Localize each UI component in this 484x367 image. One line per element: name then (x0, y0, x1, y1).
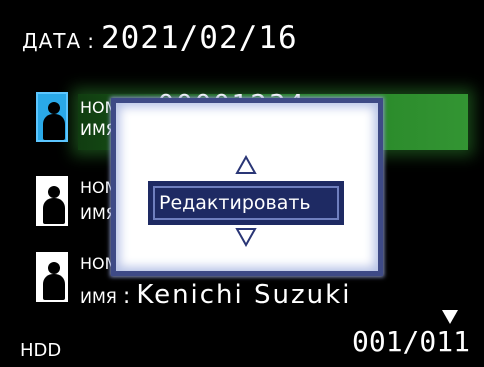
up-arrow-icon[interactable] (235, 155, 257, 175)
entry-name-row: ИМЯ : Kenichi Suzuki (80, 280, 351, 310)
date-label: ДАТА (22, 29, 82, 53)
name-separator: : (122, 284, 131, 309)
name-value: Kenichi Suzuki (136, 280, 352, 310)
edit-option-label: Редактировать (153, 186, 339, 220)
down-arrow-icon[interactable] (235, 227, 257, 247)
date-row: ДАТА : 2021/02/16 (22, 20, 298, 60)
name-label: ИМЯ (80, 288, 117, 307)
edit-option-button[interactable]: Редактировать (148, 181, 344, 225)
person-icon (36, 176, 68, 226)
screen: ДАТА : 2021/02/16 НОМЕР : 00001234 ИМЯ Н… (0, 0, 484, 367)
date-value: 2021/02/16 (100, 20, 298, 56)
person-icon (36, 92, 68, 142)
edit-popup: Редактировать (111, 98, 383, 276)
page-counter: 001/011 (351, 325, 470, 358)
scroll-down-icon[interactable] (442, 310, 458, 324)
person-icon (36, 252, 68, 302)
storage-indicator: HDD (20, 340, 62, 361)
date-separator: : (87, 29, 95, 53)
